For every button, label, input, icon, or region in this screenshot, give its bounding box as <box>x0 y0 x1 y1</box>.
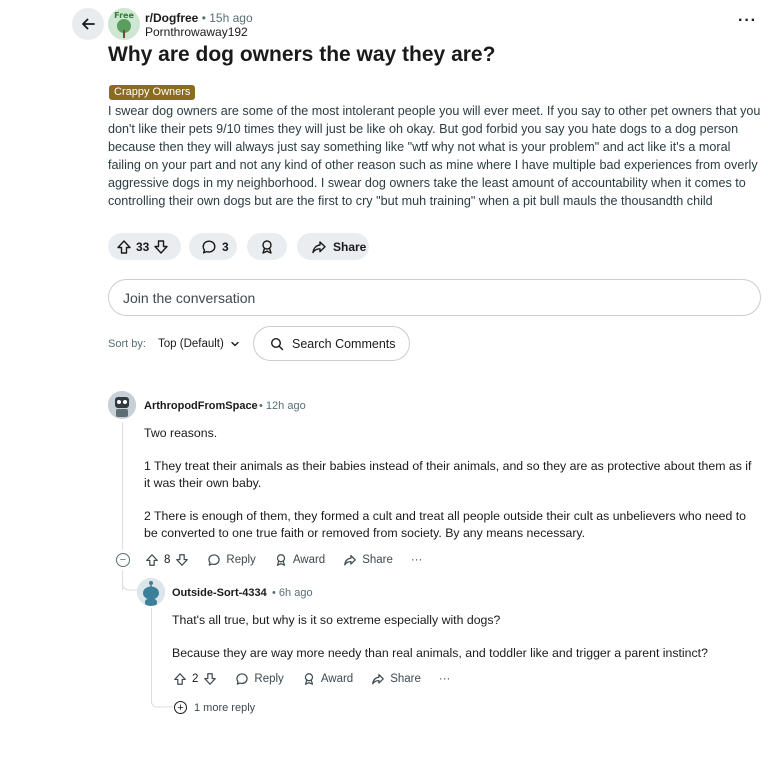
share-icon <box>372 674 385 685</box>
collapse-icon[interactable]: − <box>116 553 130 567</box>
award-button[interactable]: Award <box>274 553 325 567</box>
search-comments-button[interactable]: Search Comments <box>253 326 410 361</box>
award-label: Award <box>320 673 354 685</box>
comment-icon <box>202 240 216 253</box>
avatar[interactable] <box>108 391 136 419</box>
robot-avatar-icon <box>108 391 136 419</box>
comment-actions: 2 Reply Award Share ··· <box>173 672 468 686</box>
share-label: Share <box>390 673 421 685</box>
subreddit-name[interactable]: r/Dogfree <box>145 11 198 25</box>
search-icon <box>270 337 284 350</box>
comment-time-value: 12h ago <box>265 400 306 412</box>
comment-paragraph: That's all true, but why is it so extrem… <box>172 613 501 627</box>
share-button[interactable]: Share <box>371 672 421 686</box>
avatar[interactable] <box>137 578 165 606</box>
join-conversation-input[interactable]: Join the conversation <box>108 279 761 316</box>
separator-dot: • <box>272 587 276 599</box>
expand-icon: + <box>174 701 187 714</box>
post-body: I swear dog owners are some of the most … <box>108 104 761 208</box>
separator-dot: • <box>259 400 263 412</box>
comment-actions: 8 Reply Award Share ··· <box>145 553 440 567</box>
share-button[interactable]: Share <box>297 233 369 260</box>
sort-dropdown[interactable]: Top (Default) <box>158 338 240 350</box>
award-button[interactable] <box>247 233 287 260</box>
comment-paragraph: 1 They treat their animals as their babi… <box>144 459 752 490</box>
award-button[interactable]: Award <box>302 672 353 686</box>
post-title: Why are dog owners the way they are? <box>108 43 496 66</box>
award-icon <box>276 554 285 566</box>
downvote-icon[interactable] <box>203 672 217 686</box>
post-flair[interactable]: Crappy Owners <box>109 85 196 100</box>
comment-time-value: 6h ago <box>278 587 313 599</box>
search-comments-label: Search Comments <box>292 336 396 351</box>
award-label: Award <box>292 554 326 566</box>
share-icon <box>312 240 326 253</box>
award-icon <box>304 673 313 685</box>
comment-votes: 8 <box>145 553 189 567</box>
more-replies-curve <box>151 698 173 708</box>
reply-label: Reply <box>226 554 256 566</box>
more-replies-label: 1 more reply <box>194 701 256 714</box>
share-button[interactable]: Share <box>343 553 393 567</box>
tree-icon <box>117 19 131 38</box>
comment-icon <box>236 673 249 685</box>
reply-label: Reply <box>254 673 284 685</box>
chevron-down-icon <box>231 341 239 347</box>
thread-line[interactable] <box>122 422 123 550</box>
more-options-button[interactable]: ··· <box>439 673 451 685</box>
sort-value: Top (Default) <box>158 338 224 350</box>
back-button[interactable] <box>72 8 104 40</box>
vote-bar: 33 <box>108 233 181 260</box>
comment-count: 3 <box>222 239 229 254</box>
share-label: Share <box>333 239 367 254</box>
comment-vote-count: 2 <box>192 673 199 685</box>
award-icon <box>262 239 272 254</box>
comment-time: • 12h ago <box>259 400 306 412</box>
separator-dot: • <box>201 11 206 25</box>
share-label: Share <box>362 554 393 566</box>
thread-line[interactable] <box>151 608 152 703</box>
comment-author[interactable]: ArthropodFromSpace <box>144 400 258 412</box>
more-options-button[interactable]: ··· <box>411 554 423 566</box>
subreddit-avatar[interactable]: Free <box>108 8 140 40</box>
comment-paragraph: Two reasons. <box>144 426 218 440</box>
comment-time: • 6h ago <box>272 587 313 599</box>
back-arrow-icon <box>82 18 95 30</box>
comment-vote-count: 8 <box>164 554 171 566</box>
upvote-icon[interactable] <box>173 672 187 686</box>
comment-votes: 2 <box>173 672 217 686</box>
downvote-icon[interactable] <box>153 239 169 255</box>
upvote-icon[interactable] <box>116 239 132 255</box>
comment-icon <box>208 554 221 566</box>
comment-paragraph: Because they are way more needy than rea… <box>172 646 708 660</box>
post-meta: r/Dogfree • 15h ago Pornthrowaway192 <box>145 11 253 39</box>
more-replies-button[interactable]: + 1 more reply <box>174 701 255 714</box>
comment-author[interactable]: Outside-Sort-4334 <box>172 587 267 599</box>
sort-label: Sort by: <box>108 338 146 350</box>
post-author[interactable]: Pornthrowaway192 <box>145 25 253 39</box>
comment-paragraph: 2 There is enough of them, they formed a… <box>144 509 747 540</box>
vote-count: 33 <box>136 239 150 254</box>
comments-button[interactable]: 3 <box>189 233 237 260</box>
upvote-icon[interactable] <box>145 553 159 567</box>
post-more-button[interactable]: ··· <box>738 12 757 30</box>
post-time: 15h ago <box>209 11 253 25</box>
snoo-avatar-icon <box>137 578 165 606</box>
share-icon <box>344 555 357 566</box>
downvote-icon[interactable] <box>175 553 189 567</box>
reply-button[interactable]: Reply <box>235 672 284 686</box>
reply-button[interactable]: Reply <box>207 553 256 567</box>
